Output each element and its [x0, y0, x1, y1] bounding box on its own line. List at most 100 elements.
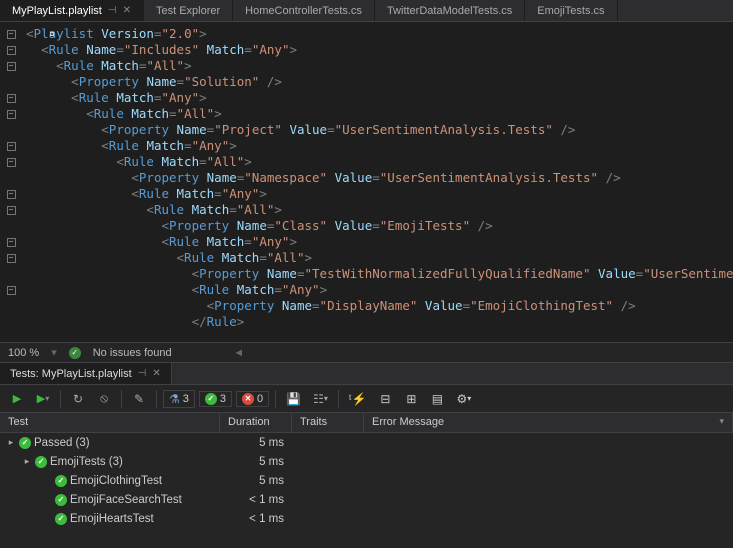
code-line[interactable]: <Property Name="Namespace" Value="UserSe…: [26, 170, 733, 186]
fold-icon[interactable]: −: [7, 142, 16, 151]
test-row[interactable]: ▸✓EmojiTests (3) 5 ms: [0, 452, 733, 471]
test-duration: < 1 ms: [220, 513, 292, 525]
code-line[interactable]: <Rule Match="Any">: [26, 186, 733, 202]
col-traits[interactable]: Traits: [292, 413, 364, 432]
group-icon[interactable]: ⊟: [374, 388, 396, 410]
run-all-button[interactable]: ▶: [6, 388, 28, 410]
zoom-level[interactable]: 100 %: [8, 347, 39, 359]
code-line[interactable]: <Rule Match="All">: [26, 106, 733, 122]
code-line[interactable]: </Rule>: [26, 314, 733, 330]
test-row[interactable]: ✓EmojiFaceSearchTest < 1 ms: [0, 490, 733, 509]
code-line[interactable]: <Rule Match="Any">: [26, 90, 733, 106]
code-line[interactable]: <Property Name="DisplayName" Value="Emoj…: [26, 298, 733, 314]
code-line[interactable]: <Rule Match="All">: [26, 202, 733, 218]
test-results-tree: ▸✓Passed (3)5 ms▸✓EmojiTests (3)5 ms✓Emo…: [0, 433, 733, 528]
issues-label: No issues found: [93, 347, 172, 359]
test-duration: 5 ms: [220, 437, 292, 449]
code-line[interactable]: <Rule Name="Includes" Match="Any">: [26, 42, 733, 58]
code-line[interactable]: <Rule Match="Any">: [26, 234, 733, 250]
code-line[interactable]: <Rule Match="All">: [26, 250, 733, 266]
failed-counter[interactable]: ✕0: [236, 391, 269, 407]
close-icon[interactable]: ✕: [152, 368, 160, 379]
panel-tab-tests[interactable]: Tests: MyPlayList.playlist ⊣ ✕: [0, 363, 172, 384]
test-label: EmojiTests (3): [50, 456, 123, 468]
fold-icon[interactable]: −: [7, 286, 16, 295]
code-line[interactable]: <Property Name="TestWithNormalizedFullyQ…: [26, 266, 733, 282]
col-duration[interactable]: Duration: [220, 413, 292, 432]
code-line[interactable]: <Rule Match="All">: [26, 154, 733, 170]
pass-icon: ✓: [35, 456, 47, 468]
test-row[interactable]: ▸✓Passed (3) 5 ms: [0, 433, 733, 452]
code-line[interactable]: <Rule Match="Any">: [26, 138, 733, 154]
columns-icon[interactable]: ▤: [426, 388, 448, 410]
fold-icon[interactable]: −: [7, 110, 16, 119]
test-row[interactable]: ✓EmojiClothingTest 5 ms: [0, 471, 733, 490]
playlist-icon[interactable]: ☷▾: [309, 388, 332, 410]
doc-tab-2[interactable]: HomeControllerTests.cs: [233, 0, 375, 21]
total-counter[interactable]: ⚗3: [163, 390, 195, 408]
filter-icon[interactable]: ᵗ⚡: [345, 388, 371, 410]
code-line[interactable]: <Rule Match="Any">: [26, 282, 733, 298]
code-line[interactable]: <Property Name="Class" Value="EmojiTests…: [26, 218, 733, 234]
test-label: Passed (3): [34, 437, 90, 449]
panel-tab-label: Tests: MyPlayList.playlist: [10, 368, 132, 380]
test-label: EmojiHeartsTest: [70, 513, 154, 525]
check-icon: ✓: [69, 347, 81, 359]
fold-icon[interactable]: −: [7, 94, 16, 103]
test-duration: < 1 ms: [220, 494, 292, 506]
test-explorer-panel: Tests: MyPlayList.playlist ⊣ ✕ ▶ ▶ ▾ ↻ ⦸…: [0, 362, 733, 548]
panel-tab-bar: Tests: MyPlayList.playlist ⊣ ✕: [0, 363, 733, 385]
test-label: EmojiClothingTest: [70, 475, 162, 487]
caret-icon[interactable]: ▸: [22, 456, 32, 467]
fold-icon[interactable]: −: [7, 190, 16, 199]
fold-icon[interactable]: −: [7, 46, 16, 55]
doc-tab-3[interactable]: TwitterDataModelTests.cs: [375, 0, 525, 21]
test-columns-header: Test Duration Traits Error Message▾: [0, 413, 733, 433]
flask-icon: ⚗: [169, 392, 180, 406]
code-gutter: − − − − − − − − − − − −: [0, 22, 22, 342]
code-line[interactable]: <Playlist Version="2.0">: [26, 26, 733, 42]
caret-icon[interactable]: ▸: [6, 437, 16, 448]
pin-icon[interactable]: ⊣: [138, 368, 147, 379]
fold-icon[interactable]: −: [7, 254, 16, 263]
doc-tab-4[interactable]: EmojiTests.cs: [525, 0, 617, 21]
pass-icon: ✓: [55, 475, 67, 487]
doc-tab-0[interactable]: MyPlayList.playlist⊣✕: [0, 0, 144, 21]
test-label: EmojiFaceSearchTest: [70, 494, 182, 506]
repeat-button[interactable]: ↻: [67, 388, 89, 410]
fold-icon[interactable]: −: [7, 62, 16, 71]
scroll-left-button[interactable]: ◄: [234, 348, 244, 358]
passed-counter[interactable]: ✓3: [199, 391, 232, 407]
test-row[interactable]: ✓EmojiHeartsTest < 1 ms: [0, 509, 733, 528]
settings-icon[interactable]: ⚙▾: [452, 388, 475, 410]
fold-icon[interactable]: −: [7, 206, 16, 215]
code-editor: − − − − − − − − − − − − <Playlist Version="2.0"> <R…: [0, 22, 733, 362]
code-line[interactable]: <Rule Match="All">: [26, 58, 733, 74]
code-area[interactable]: <Playlist Version="2.0"> <Rule Name="Inc…: [22, 22, 733, 342]
run-button[interactable]: ▶ ▾: [32, 388, 54, 410]
test-duration: 5 ms: [220, 456, 292, 468]
save-icon[interactable]: 💾: [282, 388, 305, 410]
test-toolbar: ▶ ▶ ▾ ↻ ⦸ ✎ ⚗3 ✓3 ✕0 💾 ☷▾ ᵗ⚡ ⊟ ⊞ ▤ ⚙▾: [0, 385, 733, 413]
col-test[interactable]: Test: [0, 413, 220, 432]
code-line[interactable]: <Property Name="Project" Value="UserSent…: [26, 122, 733, 138]
expand-icon[interactable]: ⊞: [400, 388, 422, 410]
fold-icon[interactable]: −: [7, 158, 16, 167]
pass-icon: ✓: [19, 437, 31, 449]
col-error[interactable]: Error Message▾: [364, 413, 733, 432]
close-icon[interactable]: ✕: [123, 5, 131, 16]
fail-icon: ✕: [242, 393, 254, 405]
editor-status-bar: 100 % ▾ ✓ No issues found ◄: [0, 342, 733, 362]
pin-icon[interactable]: ⊣: [108, 5, 117, 16]
pass-icon: ✓: [205, 393, 217, 405]
document-tab-bar: MyPlayList.playlist⊣✕Test ExplorerHomeCo…: [0, 0, 733, 22]
pass-icon: ✓: [55, 494, 67, 506]
cancel-button[interactable]: ⦸: [93, 388, 115, 410]
code-line[interactable]: <Property Name="Solution" />: [26, 74, 733, 90]
fold-icon[interactable]: −: [7, 30, 16, 39]
edit-icon[interactable]: ✎: [128, 388, 150, 410]
fold-icon[interactable]: −: [7, 238, 16, 247]
test-duration: 5 ms: [220, 475, 292, 487]
doc-tab-1[interactable]: Test Explorer: [144, 0, 233, 21]
pass-icon: ✓: [55, 513, 67, 525]
